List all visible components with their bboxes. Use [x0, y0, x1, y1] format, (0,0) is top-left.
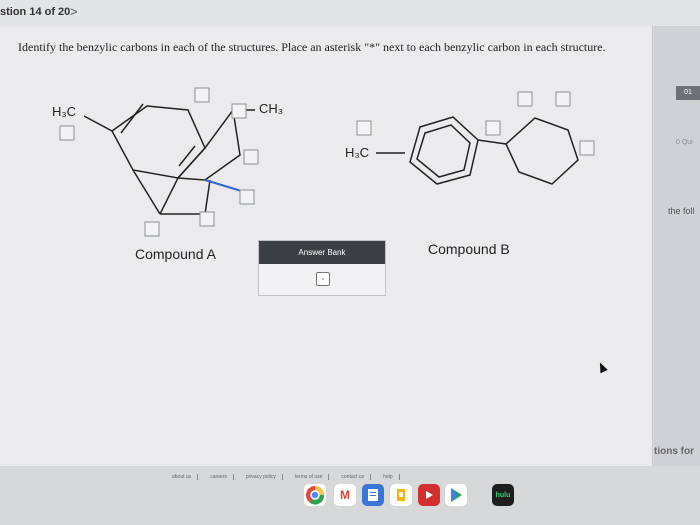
- compound-b-structure: [376, 116, 579, 185]
- hulu-icon[interactable]: hulu: [492, 484, 514, 506]
- compound-a-ch3: CH₃: [259, 101, 284, 116]
- browser-screen: stion 14 of 20 > Identify the benzylic c…: [0, 0, 700, 525]
- docs-icon[interactable]: [362, 484, 384, 506]
- compound-a-label: Compound A: [135, 246, 216, 262]
- compound-b-h3c: H₃C: [345, 145, 370, 160]
- footer-link-careers[interactable]: careers: [210, 474, 234, 480]
- footer-link-about[interactable]: about us: [172, 474, 199, 480]
- footer-link-help[interactable]: help: [383, 474, 400, 480]
- youtube-icon[interactable]: [418, 484, 440, 506]
- footer-links: about us careers privacy policy terms of…: [172, 474, 400, 480]
- gmail-icon[interactable]: M: [334, 484, 356, 506]
- footer-link-privacy[interactable]: privacy policy: [246, 474, 283, 480]
- answer-bank: Answer Bank ·: [258, 240, 386, 296]
- footer-link-contact[interactable]: contact us: [341, 474, 372, 480]
- chrome-icon[interactable]: [304, 484, 326, 506]
- compound-a-structure: [83, 103, 255, 215]
- answer-bank-title: Answer Bank: [259, 241, 385, 264]
- play-store-icon[interactable]: [445, 484, 467, 506]
- compound-a-h3c: H₃C: [52, 104, 77, 119]
- asterisk-token[interactable]: ·: [316, 272, 330, 286]
- compound-b-label: Compound B: [428, 241, 510, 257]
- drive-slides-icon[interactable]: [390, 484, 412, 506]
- footer-link-terms[interactable]: terms of use: [295, 474, 330, 480]
